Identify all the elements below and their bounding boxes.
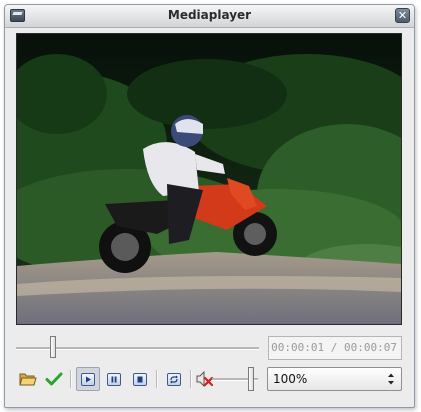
video-display[interactable] [16, 33, 402, 325]
play-icon [81, 372, 95, 386]
updown-arrows-icon [388, 373, 394, 385]
open-button[interactable] [16, 367, 40, 391]
zoom-selected-value: 100% [273, 372, 308, 386]
stop-button[interactable] [128, 367, 152, 391]
time-display: 00:00:01 / 00:00:07 [268, 336, 402, 360]
close-button[interactable]: ✕ [395, 8, 410, 23]
toolbar: 100% [16, 367, 402, 391]
pause-button[interactable] [102, 367, 126, 391]
title-bar[interactable]: Mediaplayer ✕ [5, 5, 414, 28]
progress-row: 00:00:01 / 00:00:07 [16, 336, 402, 360]
window-title: Mediaplayer [167, 8, 252, 22]
folder-open-icon [19, 373, 37, 386]
apply-button[interactable] [42, 367, 66, 391]
seek-slider-thumb[interactable] [50, 336, 56, 358]
toolbar-separator [70, 370, 72, 388]
play-button[interactable] [76, 367, 100, 391]
toolbar-separator [156, 370, 158, 388]
repeat-button[interactable] [162, 367, 186, 391]
zoom-select[interactable]: 100% [267, 367, 402, 391]
repeat-icon [167, 372, 181, 386]
video-frame-image [17, 34, 401, 324]
mediaplayer-window: Mediaplayer ✕ 00:00:01 / 00:00:07 100% [4, 4, 415, 408]
green-checkmark-icon [45, 372, 63, 386]
speaker-muted-icon [196, 370, 214, 388]
volume-slider-thumb[interactable] [248, 367, 254, 391]
stop-icon [133, 372, 147, 386]
pause-icon [107, 372, 121, 386]
